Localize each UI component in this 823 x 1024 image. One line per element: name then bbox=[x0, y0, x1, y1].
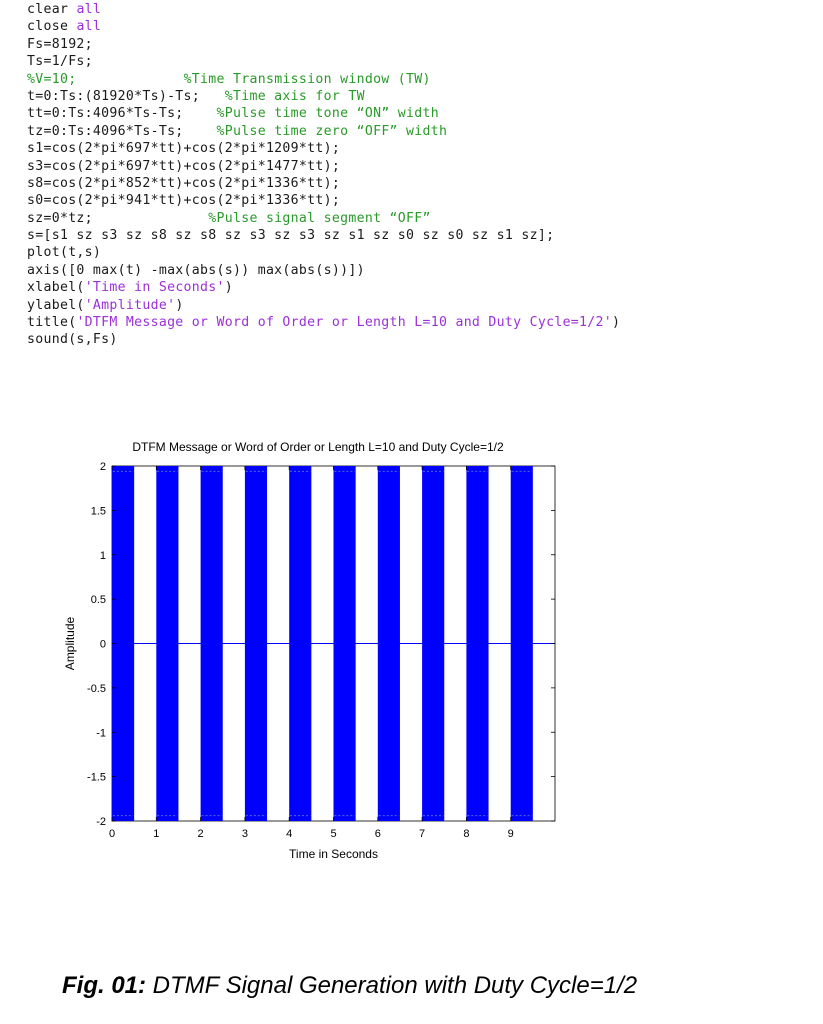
matlab-code-block: clear all close all Fs=8192; Ts=1/Fs; %V=10;… bbox=[27, 1, 817, 349]
code-line: Fs=8192; bbox=[27, 36, 817, 53]
y-tick-label: 2 bbox=[100, 461, 106, 473]
tone-burst-8 bbox=[422, 466, 445, 821]
code-text: s0=cos(2*pi*941*tt)+cos(2*pi*1336*tt); bbox=[27, 193, 341, 209]
code-line: Ts=1/Fs; bbox=[27, 53, 817, 70]
x-tick-label: 8 bbox=[463, 828, 469, 840]
x-tick-label: 4 bbox=[286, 828, 292, 840]
code-line: t=0:Ts:(81920*Ts)-Ts; %Time axis for TW bbox=[27, 88, 817, 105]
tone-burst-4 bbox=[244, 466, 268, 821]
tone-burst-5 bbox=[289, 466, 312, 821]
code-line: s=[s1 sz s3 sz s8 sz s8 sz s3 sz s3 sz s… bbox=[27, 227, 817, 244]
code-text: Fs=8192; bbox=[27, 36, 93, 52]
y-axis-label: Amplitude bbox=[63, 617, 77, 671]
code-text: ylabel( bbox=[27, 297, 85, 313]
figure-caption: Fig. 01: DTMF Signal Generation with Dut… bbox=[62, 972, 637, 1000]
y-tick-label: 1.5 bbox=[91, 505, 106, 517]
code-text: Ts=1/Fs; bbox=[27, 54, 93, 70]
code-string: 'Amplitude' bbox=[84, 297, 176, 313]
y-tick-label: -1 bbox=[96, 727, 106, 739]
code-line: plot(t,s) bbox=[27, 244, 817, 261]
code-line: sound(s,Fs) bbox=[27, 331, 817, 348]
caption-text: DTMF Signal Generation with Duty Cycle=1… bbox=[146, 972, 638, 999]
code-string: all bbox=[76, 19, 102, 35]
code-comment: %Time axis for TW bbox=[224, 88, 365, 104]
x-tick-label: 2 bbox=[198, 828, 204, 840]
code-line: sz=0*tz; %Pulse signal segment “OFF” bbox=[27, 210, 817, 227]
y-tick-label: -2 bbox=[96, 816, 106, 828]
code-text: title( bbox=[27, 315, 77, 331]
code-text: s3=cos(2*pi*697*tt)+cos(2*pi*1477*tt); bbox=[27, 158, 341, 174]
code-line: s8=cos(2*pi*852*tt)+cos(2*pi*1336*tt); bbox=[27, 175, 817, 192]
code-line: ylabel('Amplitude') bbox=[27, 297, 817, 314]
tone-burst-10 bbox=[510, 466, 533, 821]
x-tick-label: 0 bbox=[109, 828, 115, 840]
code-text: close bbox=[27, 19, 77, 35]
code-text: axis([0 max(t) -max(abs(s)) max(abs(s))]… bbox=[27, 262, 365, 278]
code-line: tt=0:Ts:4096*Ts-Ts; %Pulse time tone “ON… bbox=[27, 105, 817, 122]
y-tick-label: 0 bbox=[100, 639, 106, 651]
x-axis-label: Time in Seconds bbox=[289, 847, 378, 860]
code-text: ) bbox=[175, 297, 184, 313]
tone-burst-6 bbox=[333, 466, 356, 821]
caption-label: Fig. 01: bbox=[62, 972, 147, 999]
code-text: tt=0:Ts:4096*Ts-Ts; bbox=[27, 106, 184, 122]
code-text: clear bbox=[27, 2, 77, 17]
code-text: s=[s1 sz s3 sz s8 sz s8 sz s3 sz s3 sz s… bbox=[27, 228, 555, 244]
code-comment: %Pulse signal segment “OFF” bbox=[208, 210, 431, 226]
code-line: title('DTFM Message or Word of Order or … bbox=[27, 314, 817, 331]
y-tick-label: -1.5 bbox=[87, 772, 106, 784]
code-text: s1=cos(2*pi*697*tt)+cos(2*pi*1209*tt); bbox=[27, 141, 341, 157]
code-line: s1=cos(2*pi*697*tt)+cos(2*pi*1209*tt); bbox=[27, 140, 817, 157]
code-string: 'DTFM Message or Word of Order or Length… bbox=[76, 315, 613, 331]
x-tick-label: 7 bbox=[419, 828, 425, 840]
code-line: s3=cos(2*pi*697*tt)+cos(2*pi*1477*tt); bbox=[27, 158, 817, 175]
code-line: %V=10; %Time Transmission window (TW) bbox=[27, 71, 817, 88]
code-text: xlabel( bbox=[27, 280, 85, 296]
y-tick-label: 1 bbox=[100, 550, 106, 562]
code-text: sz=0*tz; bbox=[27, 210, 93, 226]
code-line: clear all bbox=[27, 1, 817, 18]
code-text: tz=0:Ts:4096*Ts-Ts; bbox=[27, 123, 184, 139]
code-line: s0=cos(2*pi*941*tt)+cos(2*pi*1336*tt); bbox=[27, 192, 817, 209]
tone-burst-9 bbox=[466, 466, 489, 821]
tone-burst-2 bbox=[156, 466, 179, 821]
code-comment: %Time Transmission window (TW) bbox=[183, 71, 431, 87]
code-text: plot(t,s) bbox=[27, 245, 102, 261]
code-string: 'Time in Seconds' bbox=[84, 280, 225, 296]
code-string: all bbox=[76, 2, 102, 17]
y-tick-label: -0.5 bbox=[87, 683, 106, 695]
code-text: ) bbox=[224, 280, 234, 296]
code-line: tz=0:Ts:4096*Ts-Ts; %Pulse time zero “OF… bbox=[27, 123, 817, 140]
code-text: ) bbox=[612, 315, 621, 331]
x-tick-label: 9 bbox=[508, 828, 514, 840]
code-line: axis([0 max(t) -max(abs(s)) max(abs(s))]… bbox=[27, 262, 817, 279]
code-text: t=0:Ts:(81920*Ts)-Ts; bbox=[27, 88, 201, 104]
tone-burst-7 bbox=[377, 466, 400, 821]
code-comment: %Pulse time tone “ON” width bbox=[216, 106, 439, 122]
code-text: s8=cos(2*pi*852*tt)+cos(2*pi*1336*tt); bbox=[27, 175, 341, 191]
code-line: close all bbox=[27, 18, 817, 35]
code-comment: %V=10; bbox=[27, 71, 77, 87]
chart-plot: 0 1 2 3 4 5 6 7 8 9 2 1.5 1 0.5 0 -0.5 -1 -1.5 -2 Time in S… bbox=[63, 461, 556, 860]
tone-burst-3 bbox=[200, 466, 223, 821]
code-line: xlabel('Time in Seconds') bbox=[27, 279, 817, 296]
code-comment: %Pulse time zero “OFF” width bbox=[216, 123, 448, 139]
x-tick-label: 5 bbox=[330, 828, 336, 840]
x-tick-label: 3 bbox=[242, 828, 248, 840]
code-text: sound(s,Fs) bbox=[27, 332, 118, 348]
matlab-figure: DTFM Message or Word of Order or Length … bbox=[58, 440, 578, 860]
y-tick-label: 0.5 bbox=[91, 594, 106, 606]
x-tick-label: 1 bbox=[153, 828, 159, 840]
x-tick-label: 6 bbox=[375, 828, 381, 840]
